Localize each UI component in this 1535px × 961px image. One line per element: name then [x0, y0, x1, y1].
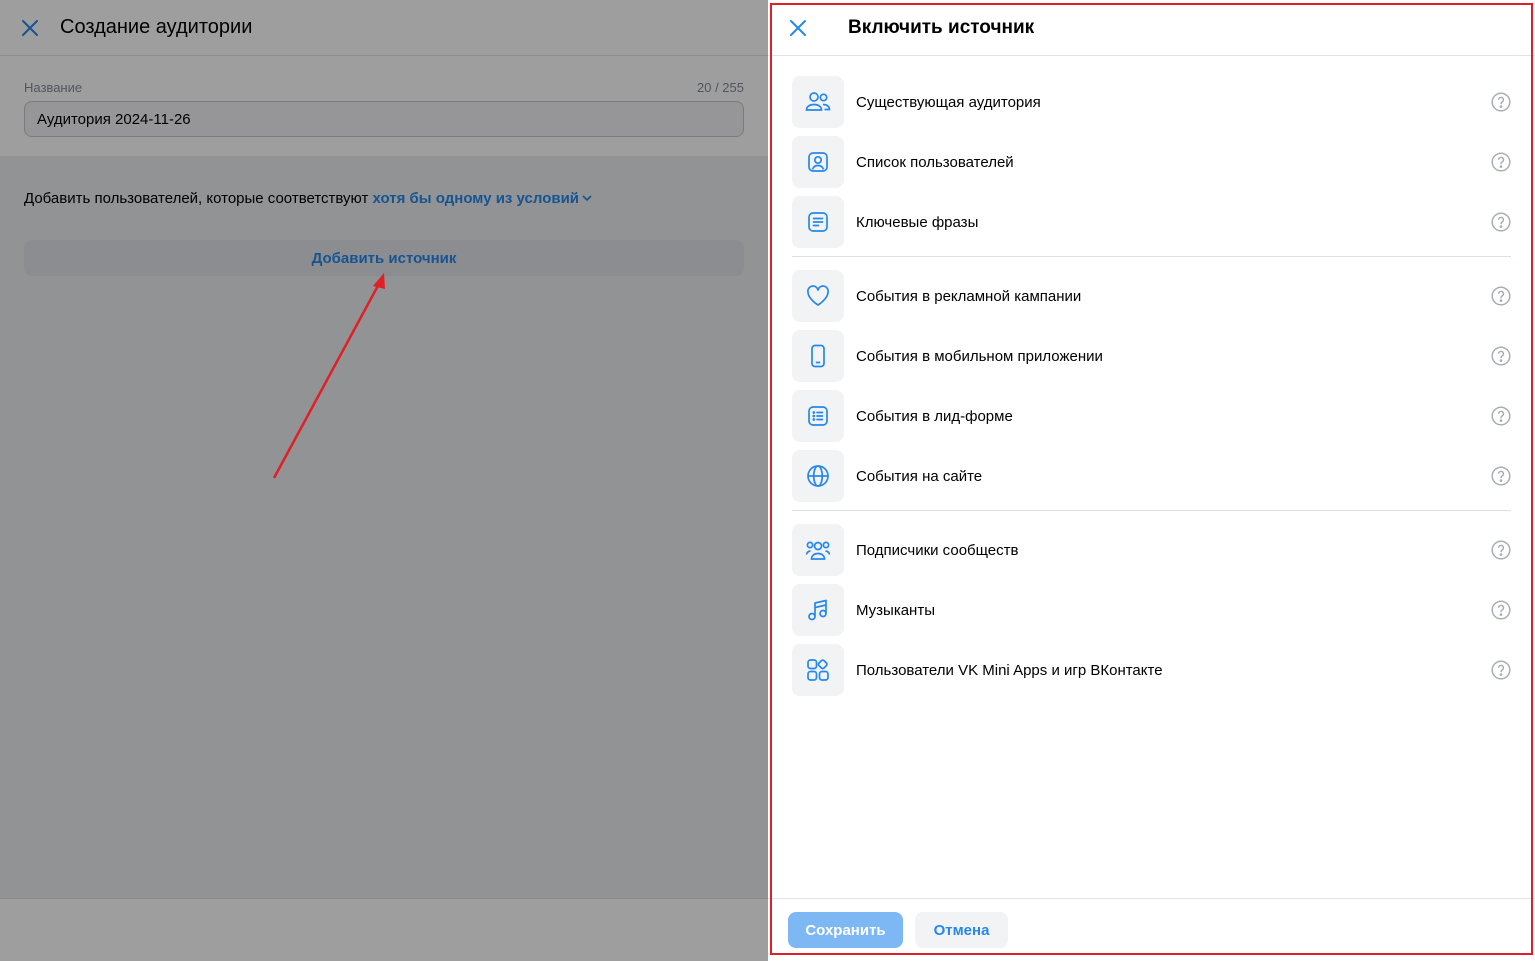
help-icon[interactable] — [1491, 466, 1511, 486]
help-icon[interactable] — [1491, 286, 1511, 306]
source-label: События на сайте — [856, 467, 983, 485]
source-label: Подписчики сообществ — [856, 541, 1019, 559]
music-note-icon — [792, 584, 844, 636]
source-label: События в рекламной кампании — [856, 287, 1082, 305]
panel-title: Включить источник — [848, 16, 1035, 38]
help-icon[interactable] — [1491, 212, 1511, 232]
help-icon[interactable] — [1491, 406, 1511, 426]
globe-icon — [792, 450, 844, 502]
group-divider — [792, 510, 1511, 511]
user-card-icon — [792, 136, 844, 188]
help-icon[interactable] — [1491, 152, 1511, 172]
source-label: Существующая аудитория — [856, 93, 1041, 111]
heart-icon — [792, 270, 844, 322]
source-user-list[interactable]: Список пользователей — [792, 136, 1511, 188]
panel-footer: Сохранить Отмена — [768, 898, 1535, 961]
list-form-icon — [792, 390, 844, 442]
help-icon[interactable] — [1491, 600, 1511, 620]
apps-icon — [792, 644, 844, 696]
source-keywords[interactable]: Ключевые фразы — [792, 196, 1511, 248]
group-divider — [792, 256, 1511, 257]
source-mini-apps-users[interactable]: Пользователи VK Mini Apps и игр ВКонтакт… — [792, 644, 1511, 696]
source-label: События в лид-форме — [856, 407, 1013, 425]
source-lead-form-events[interactable]: События в лид-форме — [792, 390, 1511, 442]
text-lines-icon — [792, 196, 844, 248]
source-label: Ключевые фразы — [856, 213, 979, 231]
source-ad-campaign-events[interactable]: События в рекламной кампании — [792, 270, 1511, 322]
help-icon[interactable] — [1491, 346, 1511, 366]
source-existing-audience[interactable]: Существующая аудитория — [792, 76, 1511, 128]
panel-header: Включить источник — [768, 0, 1535, 56]
source-list: Существующая аудитория Список пользовате… — [792, 76, 1511, 704]
source-community-subscribers[interactable]: Подписчики сообществ — [792, 524, 1511, 576]
save-button[interactable]: Сохранить — [788, 912, 903, 948]
help-icon[interactable] — [1491, 540, 1511, 560]
source-label: Музыканты — [856, 601, 935, 619]
source-mobile-app-events[interactable]: События в мобильном приложении — [792, 330, 1511, 382]
include-source-panel: Включить источник Существующая аудитория… — [768, 0, 1535, 961]
close-icon[interactable] — [788, 18, 808, 38]
help-icon[interactable] — [1491, 660, 1511, 680]
phone-icon — [792, 330, 844, 382]
source-label: События в мобильном приложении — [856, 347, 1103, 365]
source-label: Список пользователей — [856, 153, 1014, 171]
source-label: Пользователи VK Mini Apps и игр ВКонтакт… — [856, 661, 1163, 679]
community-icon — [792, 524, 844, 576]
cancel-button[interactable]: Отмена — [915, 912, 1008, 948]
source-musicians[interactable]: Музыканты — [792, 584, 1511, 636]
help-icon[interactable] — [1491, 92, 1511, 112]
modal-overlay[interactable] — [0, 0, 768, 961]
source-site-events[interactable]: События на сайте — [792, 450, 1511, 502]
users-icon — [792, 76, 844, 128]
